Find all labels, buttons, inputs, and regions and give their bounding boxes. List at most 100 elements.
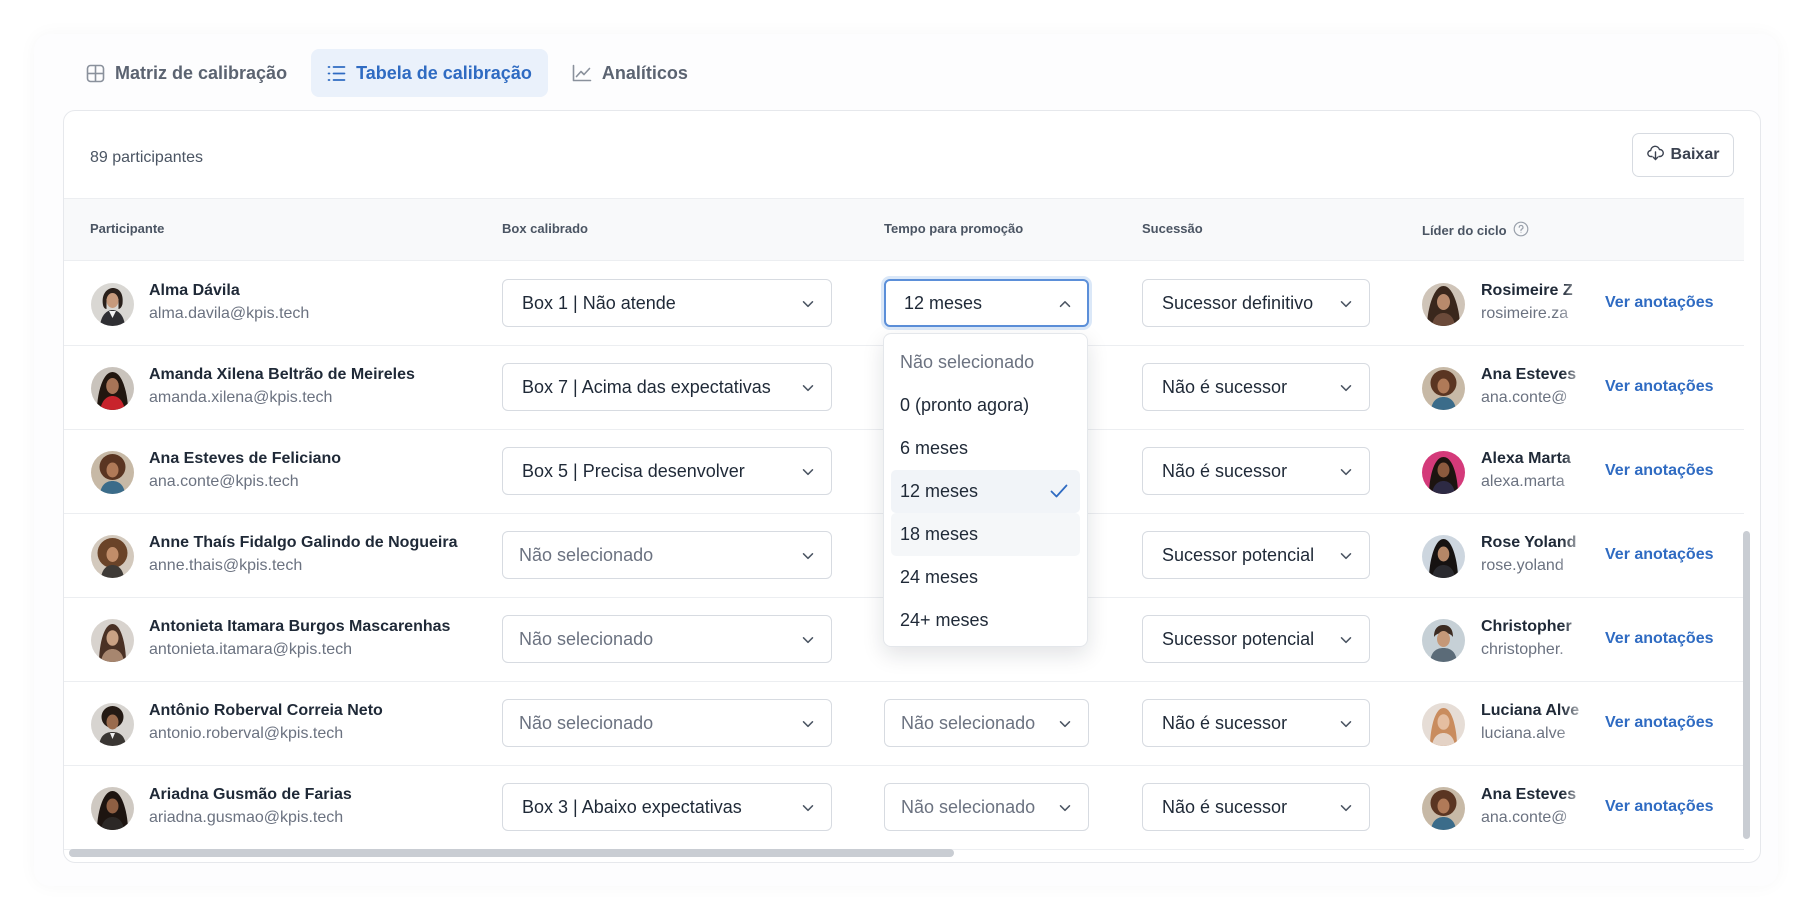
leader-avatar <box>1422 283 1465 326</box>
tab-matriz-de-calibracao[interactable]: Matriz de calibração <box>70 49 303 97</box>
option-label: 24+ meses <box>900 610 989 630</box>
tempo-value: Não selecionado <box>901 712 1036 733</box>
avatar <box>91 619 134 662</box>
sucessao-value: Sucessor potencial <box>1162 544 1315 565</box>
participant-email: alma.davila@kpis.tech <box>149 305 310 322</box>
option-label: 0 (pronto agora) <box>900 395 1030 415</box>
option-label: 18 meses <box>900 524 979 544</box>
chevron-down-icon <box>802 721 814 728</box>
tempo-dropdown-menu: Não selecionado 0 (pronto agora) 6 meses… <box>883 333 1088 647</box>
leader-name: Rosimeire Z <box>1481 282 1573 299</box>
box-value: Box 7 | Acima das expectativas <box>522 376 771 397</box>
tab-analiticos[interactable]: Analíticos <box>556 49 704 97</box>
chevron-down-icon <box>802 553 814 560</box>
chevron-down-icon <box>802 301 814 308</box>
sucessao-value: Não é sucessor <box>1162 376 1288 397</box>
tempo-select[interactable]: Não selecionado <box>884 699 1089 747</box>
sucessao-select[interactable]: Não é sucessor <box>1142 699 1370 747</box>
tempo-select[interactable]: Não selecionado <box>884 783 1089 831</box>
leader-avatar <box>1422 367 1465 410</box>
view-tabs: Matriz de calibração Tabela de calibraçã… <box>70 49 704 97</box>
vertical-scrollbar[interactable] <box>1743 531 1750 839</box>
list-icon <box>327 65 346 82</box>
leader-name: Ana Esteves <box>1481 786 1577 803</box>
tempo-value: Não selecionado <box>901 796 1036 817</box>
chevron-down-icon <box>1059 805 1071 812</box>
header-lider-label: Líder do ciclo <box>1422 223 1507 238</box>
leader-avatar <box>1422 787 1465 830</box>
view-notes-link[interactable]: Ver anotações <box>1605 714 1714 732</box>
participant-name: Amanda Xilena Beltrão de Meireles <box>149 366 415 383</box>
help-icon[interactable] <box>1513 221 1529 240</box>
dropdown-option[interactable]: 0 (pronto agora) <box>891 384 1080 427</box>
box-select[interactable]: Box 3 | Abaixo expectativas <box>502 783 832 831</box>
sucessao-select[interactable]: Sucessor potencial <box>1142 531 1370 579</box>
sucessao-value: Sucessor definitivo <box>1162 292 1314 313</box>
chevron-down-icon <box>1340 301 1352 308</box>
chevron-down-icon <box>1340 385 1352 392</box>
view-notes-link[interactable]: Ver anotações <box>1605 462 1714 480</box>
dropdown-option-selected[interactable]: 12 meses <box>891 470 1080 513</box>
sucessao-select[interactable]: Não é sucessor <box>1142 783 1370 831</box>
participant-name: Ariadna Gusmão de Farias <box>149 786 352 803</box>
leader-avatar <box>1422 703 1465 746</box>
grid-icon <box>86 64 105 83</box>
view-notes-link[interactable]: Ver anotações <box>1605 546 1714 564</box>
box-select[interactable]: Não selecionado <box>502 699 832 747</box>
leader-email: rosimeire.za <box>1481 305 1569 322</box>
chevron-down-icon <box>1340 553 1352 560</box>
tempo-value: 12 meses <box>904 292 983 313</box>
view-notes-link[interactable]: Ver anotações <box>1605 630 1714 648</box>
box-select[interactable]: Não selecionado <box>502 531 832 579</box>
view-notes-link[interactable]: Ver anotações <box>1605 378 1714 396</box>
leader-email: christopher. <box>1481 641 1564 658</box>
horizontal-scrollbar[interactable] <box>69 849 954 857</box>
dropdown-option[interactable]: 18 meses <box>891 513 1080 556</box>
sucessao-select[interactable]: Sucessor definitivo <box>1142 279 1370 327</box>
leader-email: rose.yoland <box>1481 557 1564 574</box>
box-value: Não selecionado <box>519 712 654 733</box>
dropdown-option[interactable]: 24 meses <box>891 556 1080 599</box>
chevron-down-icon <box>1340 721 1352 728</box>
dropdown-option[interactable]: 6 meses <box>891 427 1080 470</box>
leader-avatar <box>1422 535 1465 578</box>
leader-email: ana.conte@ <box>1481 389 1568 406</box>
option-label: 24 meses <box>900 567 979 587</box>
avatar <box>91 703 134 746</box>
leader-avatar <box>1422 619 1465 662</box>
dropdown-option[interactable]: Não selecionado <box>891 341 1080 384</box>
leader-name: Luciana Alve <box>1481 702 1580 719</box>
leader-email: ana.conte@ <box>1481 809 1568 826</box>
chevron-down-icon <box>802 385 814 392</box>
avatar <box>91 787 134 830</box>
box-select[interactable]: Box 5 | Precisa desenvolver <box>502 447 832 495</box>
view-notes-link[interactable]: Ver anotações <box>1605 798 1714 816</box>
sucessao-select[interactable]: Sucessor potencial <box>1142 615 1370 663</box>
tab-label: Matriz de calibração <box>115 62 288 83</box>
sucessao-select[interactable]: Não é sucessor <box>1142 363 1370 411</box>
box-select[interactable]: Não selecionado <box>502 615 832 663</box>
header-participante: Participante <box>90 221 165 236</box>
dropdown-option[interactable]: 24+ meses <box>891 599 1080 642</box>
participant-name: Antônio Roberval Correia Neto <box>149 702 383 719</box>
participant-email: antonieta.itamara@kpis.tech <box>149 641 353 658</box>
header-lider-do-ciclo: Líder do ciclo <box>1422 221 1529 240</box>
participant-email: ariadna.gusmao@kpis.tech <box>149 809 344 826</box>
participant-count: 89 participantes <box>90 149 203 166</box>
sucessao-select[interactable]: Não é sucessor <box>1142 447 1370 495</box>
tab-tabela-de-calibracao[interactable]: Tabela de calibração <box>311 49 548 97</box>
box-select[interactable]: Box 1 | Não atende <box>502 279 832 327</box>
box-value: Box 1 | Não atende <box>522 292 676 313</box>
participant-email: amanda.xilena@kpis.tech <box>149 389 333 406</box>
leader-email: luciana.alve <box>1481 725 1566 742</box>
box-select[interactable]: Box 7 | Acima das expectativas <box>502 363 832 411</box>
table-row: Antônio Roberval Correia Neto antonio.ro… <box>64 682 1744 766</box>
participant-email: anne.thais@kpis.tech <box>149 557 303 574</box>
table-header: Participante Box calibrado Tempo para pr… <box>64 198 1744 261</box>
view-notes-link[interactable]: Ver anotações <box>1605 294 1714 312</box>
leader-avatar <box>1422 451 1465 494</box>
box-value: Box 5 | Precisa desenvolver <box>522 460 745 481</box>
download-button[interactable]: Baixar <box>1632 133 1734 177</box>
tab-label: Tabela de calibração <box>356 62 532 83</box>
tempo-select[interactable]: 12 meses <box>884 279 1089 327</box>
